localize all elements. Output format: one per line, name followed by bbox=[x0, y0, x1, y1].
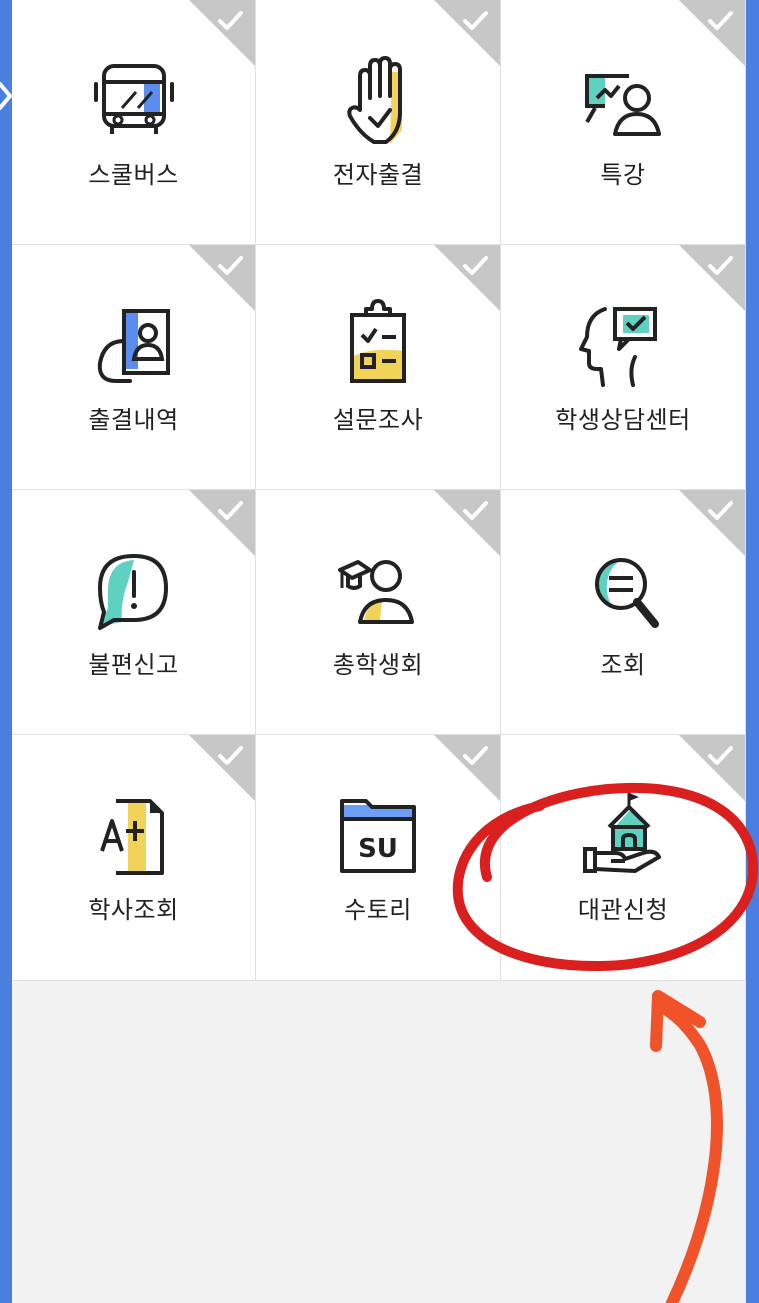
tile-counseling-center[interactable]: 학생상담센터 bbox=[501, 245, 746, 490]
student-council-icon bbox=[338, 560, 414, 624]
tile-label: 스쿨버스 bbox=[88, 161, 179, 189]
tile-school-bus[interactable]: 스쿨버스 bbox=[12, 0, 256, 245]
counseling-head-icon bbox=[579, 307, 657, 387]
tile-complaint-report[interactable]: 불편신고 bbox=[12, 490, 256, 735]
tile-e-attendance[interactable]: 전자출결 bbox=[256, 0, 501, 245]
tile-academic-records[interactable]: 학사조회 bbox=[12, 735, 256, 981]
menu-grid: 스쿨버스 전자출결 특강 출결내역 설문조사 학생상담센터 불편신고 총학생회 … bbox=[12, 0, 746, 981]
check-icon bbox=[463, 256, 488, 275]
check-icon bbox=[218, 11, 243, 30]
tile-sutory[interactable]: SU 수토리 bbox=[256, 735, 501, 981]
tile-label: 대관신청 bbox=[577, 896, 669, 924]
check-icon bbox=[463, 746, 488, 765]
tile-label: 전자출결 bbox=[332, 161, 424, 189]
grade-document-icon bbox=[99, 799, 164, 875]
tile-label: 특강 bbox=[600, 161, 646, 189]
tile-special-lecture[interactable]: 특강 bbox=[501, 0, 746, 245]
check-icon bbox=[218, 746, 243, 765]
tile-label: 조회 bbox=[600, 651, 646, 679]
su-folder-text: SU bbox=[358, 834, 398, 864]
lecture-icon bbox=[585, 74, 661, 136]
tile-label: 출결내역 bbox=[88, 406, 179, 434]
venue-rental-icon bbox=[583, 793, 661, 873]
tile-label: 총학생회 bbox=[332, 651, 424, 679]
tile-survey[interactable]: 설문조사 bbox=[256, 245, 501, 490]
su-folder-icon: SU bbox=[340, 799, 416, 873]
check-icon bbox=[463, 11, 488, 30]
check-icon bbox=[708, 501, 733, 520]
check-icon bbox=[218, 256, 243, 275]
tile-label: 학생상담센터 bbox=[555, 406, 691, 434]
check-icon bbox=[708, 11, 733, 30]
complaint-bubble-icon bbox=[97, 554, 168, 630]
tile-label: 수토리 bbox=[344, 896, 412, 924]
check-icon bbox=[708, 256, 733, 275]
tile-label: 설문조사 bbox=[332, 406, 424, 434]
tile-venue-rental[interactable]: 대관신청 bbox=[501, 735, 746, 981]
check-icon bbox=[463, 501, 488, 520]
school-bus-icon bbox=[93, 64, 174, 134]
search-magnifier-icon bbox=[595, 558, 659, 628]
tile-attendance-history[interactable]: 출결내역 bbox=[12, 245, 256, 490]
annotation-arrow-left bbox=[0, 82, 13, 110]
menu-panel: 스쿨버스 전자출결 특강 출결내역 설문조사 학생상담센터 불편신고 총학생회 … bbox=[12, 0, 746, 1303]
check-icon bbox=[218, 501, 243, 520]
tile-label: 불편신고 bbox=[88, 651, 179, 679]
clipboard-survey-icon bbox=[350, 299, 406, 383]
attendance-card-icon bbox=[97, 309, 170, 383]
check-icon bbox=[708, 746, 733, 765]
raised-hand-icon bbox=[347, 56, 402, 144]
tile-label: 학사조회 bbox=[88, 896, 179, 924]
tile-inquiry[interactable]: 조회 bbox=[501, 490, 746, 735]
tile-student-council[interactable]: 총학생회 bbox=[256, 490, 501, 735]
